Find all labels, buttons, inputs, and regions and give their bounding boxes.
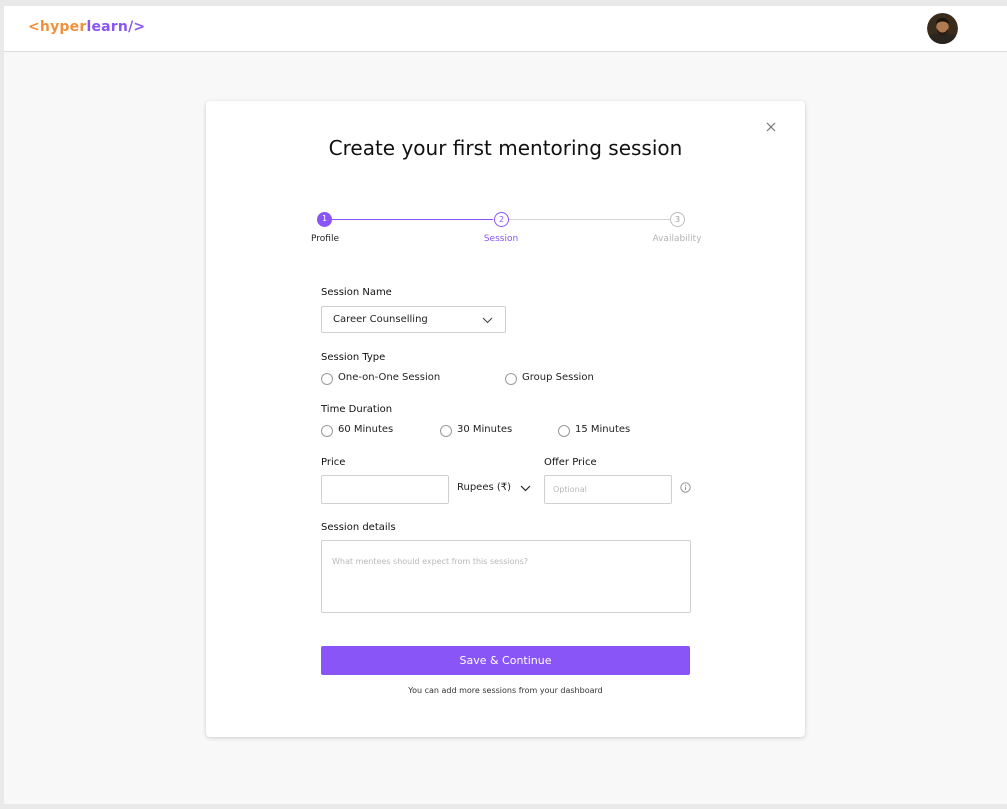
step-connector-upcoming (509, 219, 670, 220)
radio-label: 15 Minutes (575, 424, 631, 435)
app-frame: <hyperlearn/> Create your first mentorin… (4, 6, 1007, 804)
radio-label: Group Session (522, 372, 594, 383)
radio-circle (558, 425, 570, 437)
radio-label: One-on-One Session (338, 372, 441, 383)
top-bar: <hyperlearn/> (4, 6, 1007, 52)
radio-30-minutes[interactable]: 30 Minutes (440, 424, 520, 438)
radio-60-minutes[interactable]: 60 Minutes (321, 424, 401, 438)
radio-circle (440, 425, 452, 437)
offer-price-input[interactable] (544, 475, 672, 504)
avatar-image (927, 13, 958, 44)
price-label: Price (321, 457, 346, 468)
avatar[interactable] (927, 13, 958, 44)
price-input[interactable] (321, 475, 449, 504)
session-type-label: Session Type (321, 352, 386, 363)
save-and-continue-button[interactable]: Save & Continue (321, 646, 690, 675)
radio-circle (505, 373, 517, 385)
logo[interactable]: <hyperlearn/> (28, 19, 145, 35)
radio-15-minutes[interactable]: 15 Minutes (558, 424, 638, 438)
step-1-label: Profile (311, 234, 339, 244)
radio-circle (321, 425, 333, 437)
chevron-down-icon (520, 485, 531, 492)
session-details-textarea[interactable] (321, 540, 691, 613)
radio-group-session[interactable]: Group Session (505, 372, 605, 386)
step-3-label: Availability (652, 234, 702, 244)
radio-circle (321, 373, 333, 385)
time-duration-label: Time Duration (321, 404, 393, 415)
radio-label: 60 Minutes (338, 424, 394, 435)
step-1-circle[interactable]: 1 (317, 212, 332, 227)
session-name-value: Career Counselling (333, 314, 428, 325)
session-name-label: Session Name (321, 287, 392, 298)
logo-part-right: learn/> (86, 19, 146, 35)
step-2-label: Session (483, 234, 519, 244)
info-icon[interactable] (680, 482, 691, 493)
logo-part-left: <hyper (28, 19, 87, 35)
step-2-circle[interactable]: 2 (494, 212, 509, 227)
currency-value: Rupees (₹) (457, 482, 512, 493)
step-3-circle[interactable]: 3 (670, 212, 685, 227)
progress-stepper: 1 2 3 Profile Session Availability (206, 101, 805, 261)
session-name-dropdown[interactable]: Career Counselling (321, 306, 506, 333)
radio-label: 30 Minutes (457, 424, 513, 435)
footnote-text: You can add more sessions from your dash… (408, 686, 603, 695)
session-details-label: Session details (321, 522, 396, 533)
step-connector-completed (332, 219, 493, 220)
chevron-down-icon (482, 317, 493, 324)
currency-dropdown[interactable]: Rupees (₹) (457, 475, 537, 503)
offer-price-label: Offer Price (544, 457, 597, 468)
create-session-modal: Create your first mentoring session 1 2 … (206, 101, 805, 737)
radio-one-on-one-session[interactable]: One-on-One Session (321, 372, 451, 386)
